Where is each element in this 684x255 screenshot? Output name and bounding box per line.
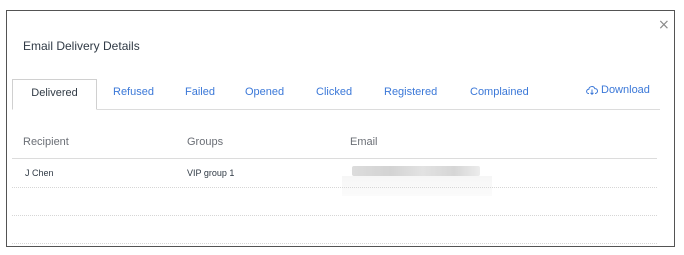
cloud-download-icon bbox=[586, 85, 598, 95]
column-header-email[interactable]: Email bbox=[350, 136, 378, 148]
cell-recipient: J Chen bbox=[25, 168, 54, 178]
column-header-groups[interactable]: Groups bbox=[187, 136, 223, 148]
dialog-title: Email Delivery Details bbox=[23, 39, 140, 53]
email-redaction-shadow bbox=[342, 176, 492, 196]
cell-groups: VIP group 1 bbox=[187, 168, 235, 178]
row-divider bbox=[12, 215, 657, 216]
tab-bar: Delivered Refused Failed Opened Clicked … bbox=[12, 79, 660, 110]
download-button[interactable]: Download bbox=[586, 84, 650, 96]
tab-complained[interactable]: Complained bbox=[470, 79, 529, 109]
row-divider bbox=[12, 187, 657, 188]
tab-delivered[interactable]: Delivered bbox=[12, 79, 97, 110]
header-divider bbox=[12, 158, 657, 159]
tab-failed[interactable]: Failed bbox=[185, 79, 215, 109]
row-divider bbox=[12, 243, 657, 244]
cell-email-redacted bbox=[352, 166, 480, 176]
tab-clicked[interactable]: Clicked bbox=[316, 79, 352, 109]
download-label: Download bbox=[601, 84, 650, 96]
tab-registered[interactable]: Registered bbox=[384, 79, 437, 109]
tab-opened[interactable]: Opened bbox=[245, 79, 284, 109]
tab-refused[interactable]: Refused bbox=[113, 79, 154, 109]
column-header-recipient[interactable]: Recipient bbox=[23, 136, 69, 148]
close-icon[interactable]: × bbox=[658, 18, 670, 32]
